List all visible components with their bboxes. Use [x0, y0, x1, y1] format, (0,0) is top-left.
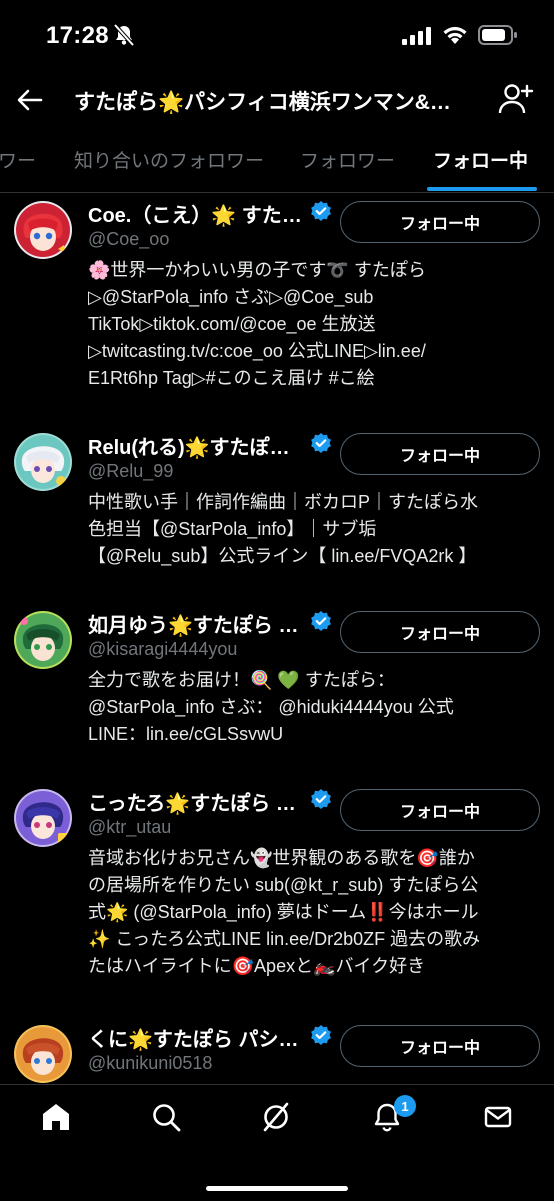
display-name[interactable]: こったろ🌟すたぽら パシフィコ	[88, 787, 306, 816]
notification-count-badge: 1	[394, 1095, 416, 1117]
bottom-navigation: 1	[0, 1084, 554, 1201]
verified-badge-icon	[310, 200, 332, 227]
verified-badge-icon	[310, 610, 332, 637]
tab-following[interactable]: フォロー中	[433, 146, 528, 173]
silent-bell-icon	[112, 23, 136, 51]
following-button[interactable]: フォロー中	[340, 789, 540, 831]
following-button[interactable]: フォロー中	[340, 611, 540, 653]
page-title: すたぽら🌟パシフィコ横浜ワンマン&…	[74, 91, 451, 114]
tab-followers[interactable]: フォロワー	[300, 146, 395, 173]
back-arrow-icon[interactable]	[14, 84, 46, 121]
avatar[interactable]	[14, 1025, 72, 1083]
display-name[interactable]: 如月ゆう🌟すたぽら パシフィコ	[88, 609, 306, 638]
add-user-icon[interactable]	[498, 82, 534, 121]
list-header: すたぽら🌟パシフィコ横浜ワンマン&…	[0, 72, 554, 128]
name-line: くに🌟すたぽら パシフィコ	[88, 1021, 332, 1053]
user-handle: @kisaragi4444you	[88, 639, 238, 659]
tab-followers-you-know[interactable]: 知り合いのフォロワー	[74, 146, 264, 173]
tab-verified-followers[interactable]: ワー	[0, 146, 36, 173]
user-bio: 🌸世界一かわいい男の子です➰ すたぽら ▷@StarPola_info さぶ▷@…	[88, 260, 426, 388]
avatar[interactable]	[14, 611, 72, 669]
battery-icon	[478, 25, 518, 50]
status-bar: 17:28	[0, 0, 554, 72]
signal-icon	[402, 27, 432, 50]
mail-icon[interactable]	[482, 1101, 514, 1138]
verified-badge-icon	[310, 1024, 332, 1051]
home-indicator	[206, 1186, 348, 1191]
user-bio: 中性歌い手｜作詞作編曲｜ボカロP｜すたぽら水 色担当【@StarPola_inf…	[88, 492, 479, 566]
name-line: こったろ🌟すたぽら パシフィコ	[88, 785, 332, 817]
grok-icon[interactable]	[260, 1101, 292, 1138]
user-bio: 音域お化けお兄さん👻世界観のある歌を🎯誰か の居場所を作りたい sub(@kt_…	[88, 848, 481, 976]
user-handle: @kunikuni0518	[88, 1053, 213, 1073]
name-line: Relu(れる)🌟すたぽら パシフィコ	[88, 429, 332, 461]
active-tab-indicator	[427, 187, 537, 191]
search-icon[interactable]	[150, 1101, 182, 1138]
avatar[interactable]	[14, 201, 72, 259]
following-button[interactable]: フォロー中	[340, 201, 540, 243]
display-name[interactable]: Relu(れる)🌟すたぽら パシフィコ	[88, 431, 306, 460]
name-line: 如月ゆう🌟すたぽら パシフィコ	[88, 607, 332, 639]
following-button[interactable]: フォロー中	[340, 1025, 540, 1067]
name-line: Coe.（こえ）🌟 すたぽら パシフィコ横浜	[88, 197, 332, 229]
verified-badge-icon	[310, 788, 332, 815]
user-handle: @Coe_oo	[88, 229, 170, 249]
home-icon[interactable]	[40, 1101, 72, 1138]
avatar[interactable]	[14, 433, 72, 491]
user-bio: 全力で歌をお届け！🍭 💚 すたぽら： @StarPola_info さぶ： @h…	[88, 670, 454, 744]
display-name[interactable]: Coe.（こえ）🌟 すたぽら パシフィコ横浜	[88, 199, 306, 228]
verified-badge-icon	[310, 432, 332, 459]
tab-bar: ワー 知り合いのフォロワー フォロワー フォロー中	[0, 128, 554, 193]
user-handle: @ktr_utau	[88, 817, 172, 837]
wifi-icon	[442, 25, 468, 50]
avatar[interactable]	[14, 789, 72, 847]
status-time: 17:28	[46, 22, 109, 49]
user-handle: @Relu_99	[88, 461, 174, 481]
following-button[interactable]: フォロー中	[340, 433, 540, 475]
display-name[interactable]: くに🌟すたぽら パシフィコ	[88, 1023, 306, 1052]
